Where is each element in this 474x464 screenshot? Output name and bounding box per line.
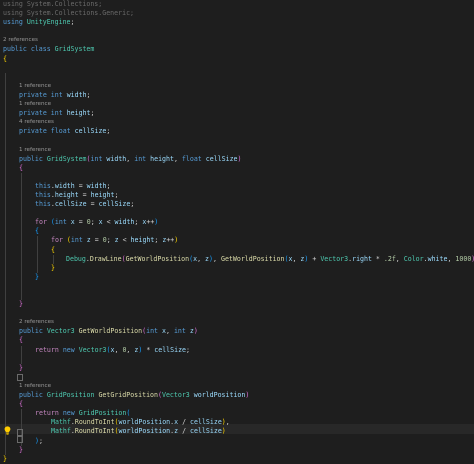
codelens-line[interactable]: 2 references [0, 318, 474, 328]
code-line: public GridPosition GetGridPosition(Vect… [0, 391, 474, 401]
codelens-references[interactable]: 1 reference [19, 382, 51, 391]
code-line: { [0, 245, 474, 255]
code-line: return new GridPosition( [0, 409, 474, 419]
codelens-references[interactable]: 2 references [3, 36, 38, 45]
code-line: ); [0, 436, 474, 446]
code-line: { [0, 227, 474, 237]
codelens-line[interactable]: 1 reference [0, 81, 474, 91]
code-line: public class GridSystem [3, 45, 95, 54]
fold-marker-icon[interactable] [17, 436, 23, 443]
code-line: using System.Collections; [0, 0, 474, 9]
code-line: private int width; [0, 90, 474, 101]
code-line: Debug.DrawLine(GetWorldPosition(x, z), G… [0, 254, 474, 264]
codelens-references[interactable]: 1 reference [19, 146, 51, 155]
code-line: } [3, 454, 7, 463]
code-line: using System.Collections.Generic; [0, 9, 474, 18]
code-line: this.cellSize = cellSize; [0, 200, 474, 210]
code-line: } [0, 300, 474, 310]
code-line: Mathf.RoundToInt(worldPosition.z / cellS… [0, 427, 474, 437]
code-line: this.height = height; [0, 190, 474, 201]
code-line: using UnityEngine; [0, 18, 474, 27]
code-line: } [0, 445, 474, 455]
codelens-line[interactable]: 1 reference [0, 381, 474, 392]
code-line: } [0, 272, 474, 282]
codelens-references[interactable]: 1 reference [19, 100, 51, 109]
fold-marker-icon[interactable] [17, 374, 23, 381]
code-line: Mathf.RoundToInt(worldPosition.x / cellS… [0, 418, 474, 428]
code-line: return new Vector3(x, 0, z) * cellSize; [0, 345, 474, 355]
code-line: for (int x = 0; x < width; x++) [0, 218, 474, 228]
code-line: { [0, 400, 474, 410]
code-line: public Vector3 GetWorldPosition(int x, i… [0, 327, 474, 337]
class-name: GridSystem [54, 45, 95, 54]
using-directive: using UnityEngine; [3, 18, 75, 27]
code-line: private int height; [0, 109, 474, 119]
code-line: private float cellSize; [0, 127, 474, 137]
code-line: { [0, 163, 474, 173]
codelens-references[interactable]: 1 reference [19, 82, 51, 91]
lightbulb-icon[interactable] [4, 426, 11, 435]
codelens-line[interactable]: 4 references [0, 118, 474, 128]
fold-marker-icon[interactable] [17, 429, 23, 436]
codelens-line[interactable]: 1 reference [0, 100, 474, 110]
code-line: } [0, 363, 474, 373]
code-line: { [0, 336, 474, 346]
code-line: for (int z = 0; z < height; z++) [0, 236, 474, 246]
code-line: public GridSystem(int width, int height,… [0, 154, 474, 164]
code-line: { [3, 54, 7, 63]
codelens-references[interactable]: 2 references [19, 318, 54, 327]
code-line: } [0, 263, 474, 273]
codelens-references[interactable]: 4 references [19, 118, 54, 127]
code-line: this.width = width; [0, 181, 474, 191]
using-directive: using System.Collections.Generic; [3, 9, 135, 18]
codelens-line[interactable]: 2 references [0, 36, 474, 45]
using-directive: using System.Collections; [3, 0, 103, 8]
codelens-line[interactable]: 1 reference [0, 145, 474, 155]
code-editor[interactable]: using System.Collections; using System.C… [0, 0, 474, 463]
